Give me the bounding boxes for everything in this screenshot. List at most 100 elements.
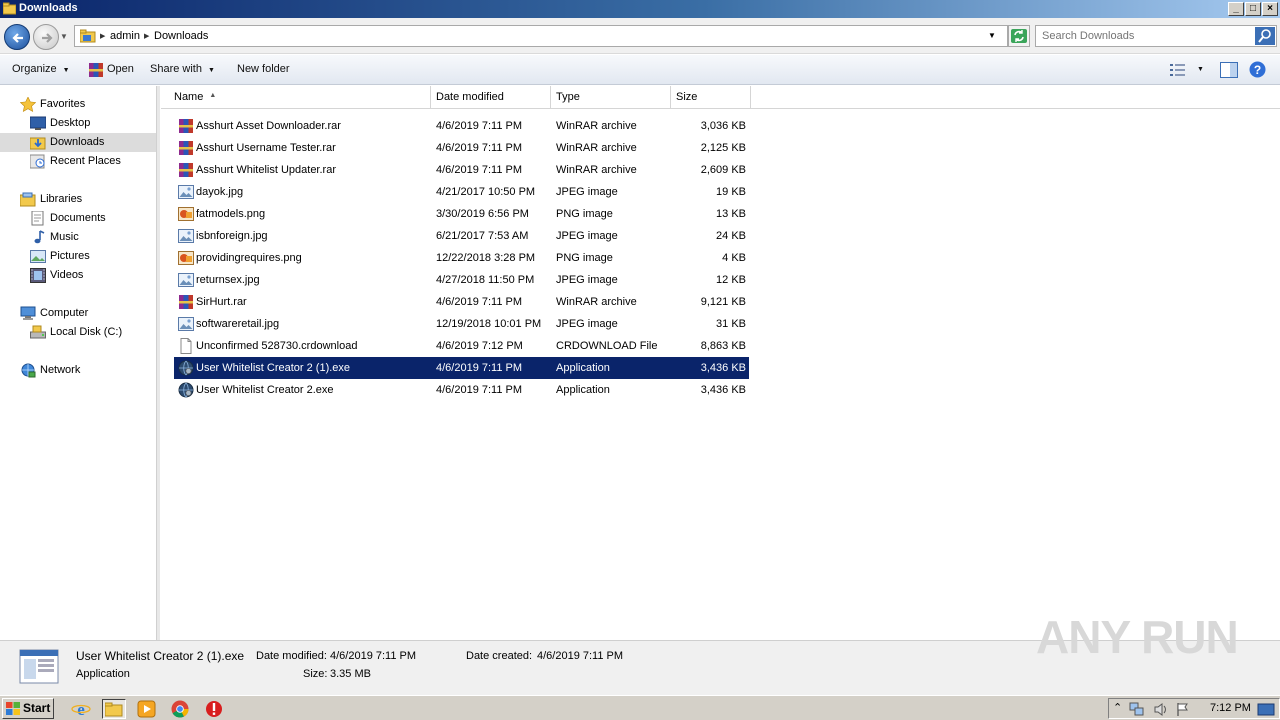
explorer-taskbar-button[interactable] (102, 699, 126, 719)
nav-documents[interactable]: Documents (30, 209, 150, 228)
maximize-button[interactable]: □ (1245, 2, 1261, 16)
nav-downloads[interactable]: Downloads (0, 133, 156, 152)
search-box[interactable] (1035, 25, 1277, 47)
file-row[interactable]: Asshurt Asset Downloader.rar 4/6/2019 7:1… (174, 115, 749, 137)
file-date-modified: 4/27/2018 11:50 PM (436, 274, 535, 286)
show-desktop-icon[interactable] (1257, 702, 1275, 717)
chevron-right-icon[interactable]: ▶ (100, 32, 105, 40)
address-bar[interactable]: ▶ admin ▶ Downloads ▼ (74, 25, 1008, 47)
file-name: returnsex.jpg (196, 274, 260, 286)
view-list-icon[interactable] (1170, 63, 1186, 77)
file-date-modified: 6/21/2017 7:53 AM (436, 230, 529, 242)
file-type: JPEG image (556, 274, 618, 286)
column-date-modified[interactable]: Date modified (431, 86, 551, 108)
share-with-menu[interactable]: Share with ▼ (150, 63, 215, 75)
file-row[interactable]: fatmodels.png 3/30/2019 6:56 PM PNG image 1… (174, 203, 749, 225)
file-size: 3,436 KB (700, 362, 746, 374)
help-icon[interactable]: ? (1249, 61, 1266, 78)
nav-music-label: Music (50, 231, 79, 243)
file-row[interactable]: providingrequires.png 12/22/2018 3:28 PM P… (174, 247, 749, 269)
open-button[interactable]: Open (107, 63, 134, 75)
action-center-flag-icon[interactable] (1175, 702, 1191, 717)
new-folder-button[interactable]: New folder (237, 63, 290, 75)
nav-local-disk[interactable]: Local Disk (C:) (30, 323, 150, 342)
chevron-down-icon[interactable]: ▼ (1197, 66, 1204, 73)
file-size: 9,121 KB (700, 296, 746, 308)
network-status-icon[interactable] (1129, 702, 1145, 717)
nav-recent-places[interactable]: Recent Places (30, 152, 150, 171)
column-date-label: Date modified (436, 91, 504, 103)
address-row: ▼ ▶ admin ▶ Downloads ▼ (0, 18, 1280, 54)
volume-icon[interactable] (1153, 702, 1169, 717)
taskbar: Start e ⌃ 7:12 PM (0, 695, 1280, 720)
pane-splitter[interactable] (156, 86, 160, 640)
nav-libraries[interactable]: Libraries (20, 190, 150, 209)
column-type[interactable]: Type (551, 86, 671, 108)
nav-pictures[interactable]: Pictures (30, 247, 150, 266)
file-row[interactable]: returnsex.jpg 4/27/2018 11:50 PM JPEG imag… (174, 269, 749, 291)
anyrun-watermark: ANY RUN (1036, 611, 1239, 663)
file-row[interactable]: Asshurt Username Tester.rar 4/6/2019 7:11… (174, 137, 749, 159)
file-date-modified: 4/6/2019 7:11 PM (436, 120, 523, 132)
file-row[interactable]: User Whitelist Creator 2.exe 4/6/2019 7:1… (174, 379, 749, 401)
nav-network[interactable]: Network (20, 361, 150, 380)
show-hidden-icons-icon[interactable]: ⌃ (1113, 701, 1122, 714)
recent-pages-dropdown[interactable]: ▼ (60, 32, 68, 41)
file-type: PNG image (556, 208, 613, 220)
nav-videos[interactable]: Videos (30, 266, 150, 285)
chrome-icon[interactable] (170, 699, 190, 719)
file-date-modified: 4/21/2017 10:50 PM (436, 186, 536, 198)
close-button[interactable]: × (1262, 2, 1278, 16)
back-button[interactable] (4, 24, 30, 50)
nav-desktop-label: Desktop (50, 117, 91, 129)
clock[interactable]: 7:12 PM (1210, 702, 1251, 714)
forward-button[interactable] (33, 24, 59, 50)
minimize-button[interactable]: _ (1228, 2, 1244, 16)
file-row[interactable]: Asshurt Whitelist Updater.rar 4/6/2019 7:… (174, 159, 749, 181)
network-icon (21, 363, 36, 378)
exe-globe-icon (178, 360, 194, 376)
start-button[interactable]: Start (2, 698, 54, 719)
share-with-label: Share with (150, 63, 202, 75)
file-size: 12 KB (716, 274, 746, 286)
file-row[interactable]: softwareretail.jpg 12/19/2018 10:01 PM JPE… (174, 313, 749, 335)
preview-pane-icon[interactable] (1220, 62, 1238, 78)
file-row[interactable]: User Whitelist Creator 2 (1).exe 4/6/2019… (174, 357, 749, 379)
file-name: providingrequires.png (196, 252, 302, 264)
organize-menu[interactable]: Organize ▼ (12, 63, 70, 75)
nav-computer-label: Computer (40, 307, 89, 319)
column-name[interactable]: Name ▲ (169, 86, 431, 108)
breadcrumb-admin[interactable]: admin (110, 30, 140, 42)
internet-explorer-icon[interactable]: e (71, 699, 91, 719)
column-size[interactable]: Size (671, 86, 751, 108)
nav-computer[interactable]: Computer (20, 304, 150, 323)
file-type: JPEG image (556, 230, 618, 242)
stop-sign-icon[interactable] (204, 699, 224, 719)
png-icon (178, 250, 194, 266)
star-icon (20, 97, 36, 112)
file-date-modified: 12/22/2018 3:28 PM (436, 252, 536, 264)
hard-disk-icon (30, 325, 46, 339)
winrar-icon (178, 162, 194, 178)
search-input[interactable] (1042, 29, 1252, 43)
breadcrumb-downloads[interactable]: Downloads (154, 30, 208, 42)
documents-icon (31, 211, 44, 226)
details-modified-label: Date modified: (256, 650, 327, 662)
search-icon[interactable] (1255, 27, 1275, 45)
refresh-button[interactable] (1008, 25, 1030, 47)
file-row[interactable]: SirHurt.rar 4/6/2019 7:11 PM WinRAR archiv… (174, 291, 749, 313)
media-player-icon[interactable] (137, 699, 157, 719)
file-row[interactable]: isbnforeign.jpg 6/21/2017 7:53 AM JPEG ima… (174, 225, 749, 247)
organize-label: Organize (12, 63, 57, 75)
winrar-icon (178, 294, 194, 310)
command-bar: Organize ▼ Open Share with ▼ New folder ▼ … (0, 55, 1280, 85)
svg-text:?: ? (1254, 63, 1261, 77)
chevron-down-icon[interactable]: ▼ (988, 31, 996, 40)
chevron-right-icon[interactable]: ▶ (144, 32, 149, 40)
file-row[interactable]: Unconfirmed 528730.crdownload 4/6/2019 7:… (174, 335, 749, 357)
nav-music[interactable]: Music (30, 228, 150, 247)
file-name: Unconfirmed 528730.crdownload (196, 340, 358, 352)
nav-favorites[interactable]: Favorites (20, 95, 150, 114)
nav-desktop[interactable]: Desktop (30, 114, 150, 133)
file-row[interactable]: dayok.jpg 4/21/2017 10:50 PM JPEG image 19 … (174, 181, 749, 203)
